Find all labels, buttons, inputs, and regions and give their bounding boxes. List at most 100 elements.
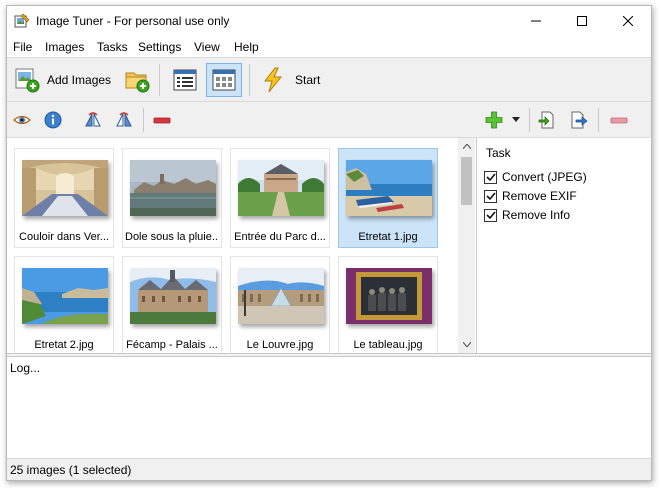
- list-view-icon: [173, 69, 197, 91]
- remove-task-button[interactable]: [610, 111, 628, 129]
- thumbnail-preview: [22, 160, 108, 216]
- title-bar: Image Tuner - For personal use only: [7, 6, 651, 36]
- image-grid: Couloir dans Ver... Dole sous la pluie..…: [7, 138, 477, 353]
- thumbnail-label: Le Louvre.jpg: [246, 339, 314, 351]
- checkmark-icon: [485, 192, 496, 201]
- task-item-remove-exif[interactable]: Remove EXIF: [484, 189, 577, 203]
- thumbnail-label: Dole sous la pluie...: [125, 231, 219, 243]
- menu-view[interactable]: View: [194, 40, 220, 54]
- thumbnail-label: Le tableau.jpg: [353, 339, 423, 351]
- image-toolbar: [7, 102, 651, 138]
- task-checkbox[interactable]: [484, 208, 497, 222]
- add-images-icon: [15, 68, 40, 93]
- status-bar: 25 images (1 selected): [7, 458, 651, 480]
- import-task-button[interactable]: [538, 111, 556, 129]
- dropdown-arrow-icon: [512, 117, 520, 122]
- main-toolbar: Add Images Start: [7, 57, 651, 102]
- log-text: Log...: [10, 361, 41, 375]
- flip-button[interactable]: [84, 111, 102, 129]
- rotate-button[interactable]: [115, 111, 133, 129]
- add-folder-icon: [125, 72, 150, 93]
- thumbnail-label: Entrée du Parc d...: [234, 231, 326, 243]
- chevron-up-icon: [462, 144, 471, 149]
- menu-settings[interactable]: Settings: [138, 40, 181, 54]
- thumbnail-preview: [238, 268, 324, 324]
- task-checkbox[interactable]: [484, 189, 497, 203]
- toolbar-separator: [143, 108, 144, 132]
- minimize-icon: [531, 20, 541, 22]
- add-task-dropdown[interactable]: [511, 111, 521, 129]
- checkmark-icon: [485, 211, 496, 220]
- task-label: Convert (JPEG): [502, 170, 587, 184]
- image-thumbnail[interactable]: Etretat 2.jpg: [14, 256, 114, 353]
- info-icon: [44, 111, 62, 129]
- thumbnail-preview: [346, 160, 432, 216]
- add-images-button[interactable]: Add Images: [14, 67, 111, 93]
- task-panel: Task Convert (JPEG) Remove EXIF Remove I…: [478, 138, 651, 353]
- image-thumbnail[interactable]: Etretat 1.jpg: [338, 148, 438, 248]
- scroll-down-button[interactable]: [458, 336, 475, 353]
- eye-icon: [13, 115, 31, 125]
- thumbnail-preview: [238, 160, 324, 216]
- thumbnail-view-button[interactable]: [206, 63, 242, 97]
- status-text: 25 images (1 selected): [10, 463, 132, 477]
- menu-help[interactable]: Help: [234, 40, 259, 54]
- toolbar-separator: [249, 64, 250, 96]
- plus-icon: [485, 111, 503, 129]
- toolbar-separator: [159, 64, 160, 96]
- minus-icon: [153, 117, 171, 124]
- export-icon: [571, 111, 588, 129]
- image-thumbnail[interactable]: Le tableau.jpg: [338, 256, 438, 353]
- start-label: Start: [295, 73, 321, 87]
- thumbnail-preview: [346, 268, 432, 324]
- close-button[interactable]: [605, 6, 651, 36]
- app-window: Image Tuner - For personal use only File…: [6, 5, 652, 481]
- thumbnail-label: Fécamp - Palais ...: [126, 339, 218, 351]
- add-folder-button[interactable]: [124, 67, 150, 93]
- maximize-button[interactable]: [559, 6, 605, 36]
- scrollbar-thumb[interactable]: [461, 157, 472, 205]
- menu-images[interactable]: Images: [45, 40, 84, 54]
- start-button[interactable]: Start: [260, 67, 320, 93]
- chevron-down-icon: [462, 342, 471, 347]
- image-thumbnail[interactable]: Entrée du Parc d...: [230, 148, 330, 248]
- menu-bar: File Images Tasks Settings View Help: [7, 36, 651, 57]
- info-button[interactable]: [44, 111, 62, 129]
- app-icon: [14, 13, 30, 28]
- image-thumbnail[interactable]: Dole sous la pluie...: [122, 148, 222, 248]
- task-item-convert[interactable]: Convert (JPEG): [484, 170, 587, 184]
- thumbnail-label: Etretat 2.jpg: [34, 339, 94, 351]
- task-label: Remove EXIF: [502, 189, 577, 203]
- import-icon: [538, 111, 554, 129]
- add-task-button[interactable]: [485, 111, 503, 129]
- remove-image-button[interactable]: [153, 111, 171, 129]
- rotate-icon: [116, 112, 132, 127]
- window-title: Image Tuner - For personal use only: [36, 14, 230, 28]
- thumbnail-view-icon: [212, 69, 236, 91]
- scroll-up-button[interactable]: [458, 138, 475, 155]
- minus-icon: [610, 117, 628, 124]
- toolbar-separator: [529, 108, 530, 132]
- minimize-button[interactable]: [513, 6, 559, 36]
- log-panel: Log...: [7, 357, 651, 458]
- add-images-label: Add Images: [47, 73, 112, 87]
- menu-file[interactable]: File: [13, 40, 32, 54]
- task-checkbox[interactable]: [484, 170, 497, 184]
- toolbar-separator: [598, 108, 599, 132]
- flip-icon: [85, 112, 101, 127]
- task-header: Task: [486, 146, 511, 160]
- thumbnail-preview: [22, 268, 108, 324]
- thumbnail-preview: [130, 268, 216, 324]
- export-task-button[interactable]: [570, 111, 588, 129]
- maximize-icon: [577, 16, 587, 26]
- list-view-button[interactable]: [167, 63, 203, 97]
- thumbnail-preview: [130, 160, 216, 216]
- thumbnail-label: Etretat 1.jpg: [358, 231, 418, 243]
- image-thumbnail[interactable]: Le Louvre.jpg: [230, 256, 330, 353]
- image-thumbnail[interactable]: Couloir dans Ver...: [14, 148, 114, 248]
- menu-tasks[interactable]: Tasks: [97, 40, 128, 54]
- task-item-remove-info[interactable]: Remove Info: [484, 208, 570, 222]
- preview-button[interactable]: [13, 111, 31, 129]
- image-grid-scrollbar[interactable]: [458, 138, 475, 353]
- image-thumbnail[interactable]: Fécamp - Palais ...: [122, 256, 222, 353]
